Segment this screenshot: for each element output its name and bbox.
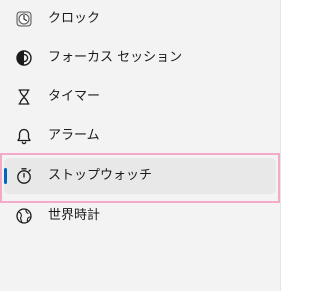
nav-item-focus-session[interactable]: フォーカス セッション: [4, 40, 276, 76]
focus-session-icon: [15, 49, 33, 67]
nav-item-timer[interactable]: タイマー: [4, 79, 276, 115]
nav-item-clock[interactable]: クロック: [4, 1, 276, 37]
bell-icon: [15, 127, 33, 145]
globe-icon: [15, 207, 33, 225]
app-window: クロック フォーカス セッション タイマー アラーム ストップウォッチ 世界時計: [0, 0, 333, 291]
nav-item-world-clock[interactable]: 世界時計: [4, 198, 276, 234]
nav-label-stopwatch: ストップウォッチ: [48, 168, 153, 183]
nav-label-timer: タイマー: [48, 89, 101, 104]
navigation-pane: クロック フォーカス セッション タイマー アラーム ストップウォッチ 世界時計: [0, 0, 281, 291]
nav-label-world-clock: 世界時計: [48, 208, 101, 223]
nav-item-stopwatch[interactable]: ストップウォッチ: [4, 158, 276, 194]
nav-label-focus-session: フォーカス セッション: [48, 50, 183, 65]
stopwatch-icon: [15, 167, 33, 185]
nav-label-alarm: アラーム: [48, 128, 100, 143]
clock-icon: [15, 10, 33, 28]
hourglass-icon: [15, 88, 33, 106]
nav-item-alarm[interactable]: アラーム: [4, 118, 276, 154]
nav-label-clock: クロック: [48, 11, 101, 26]
selection-indicator: [4, 168, 7, 184]
